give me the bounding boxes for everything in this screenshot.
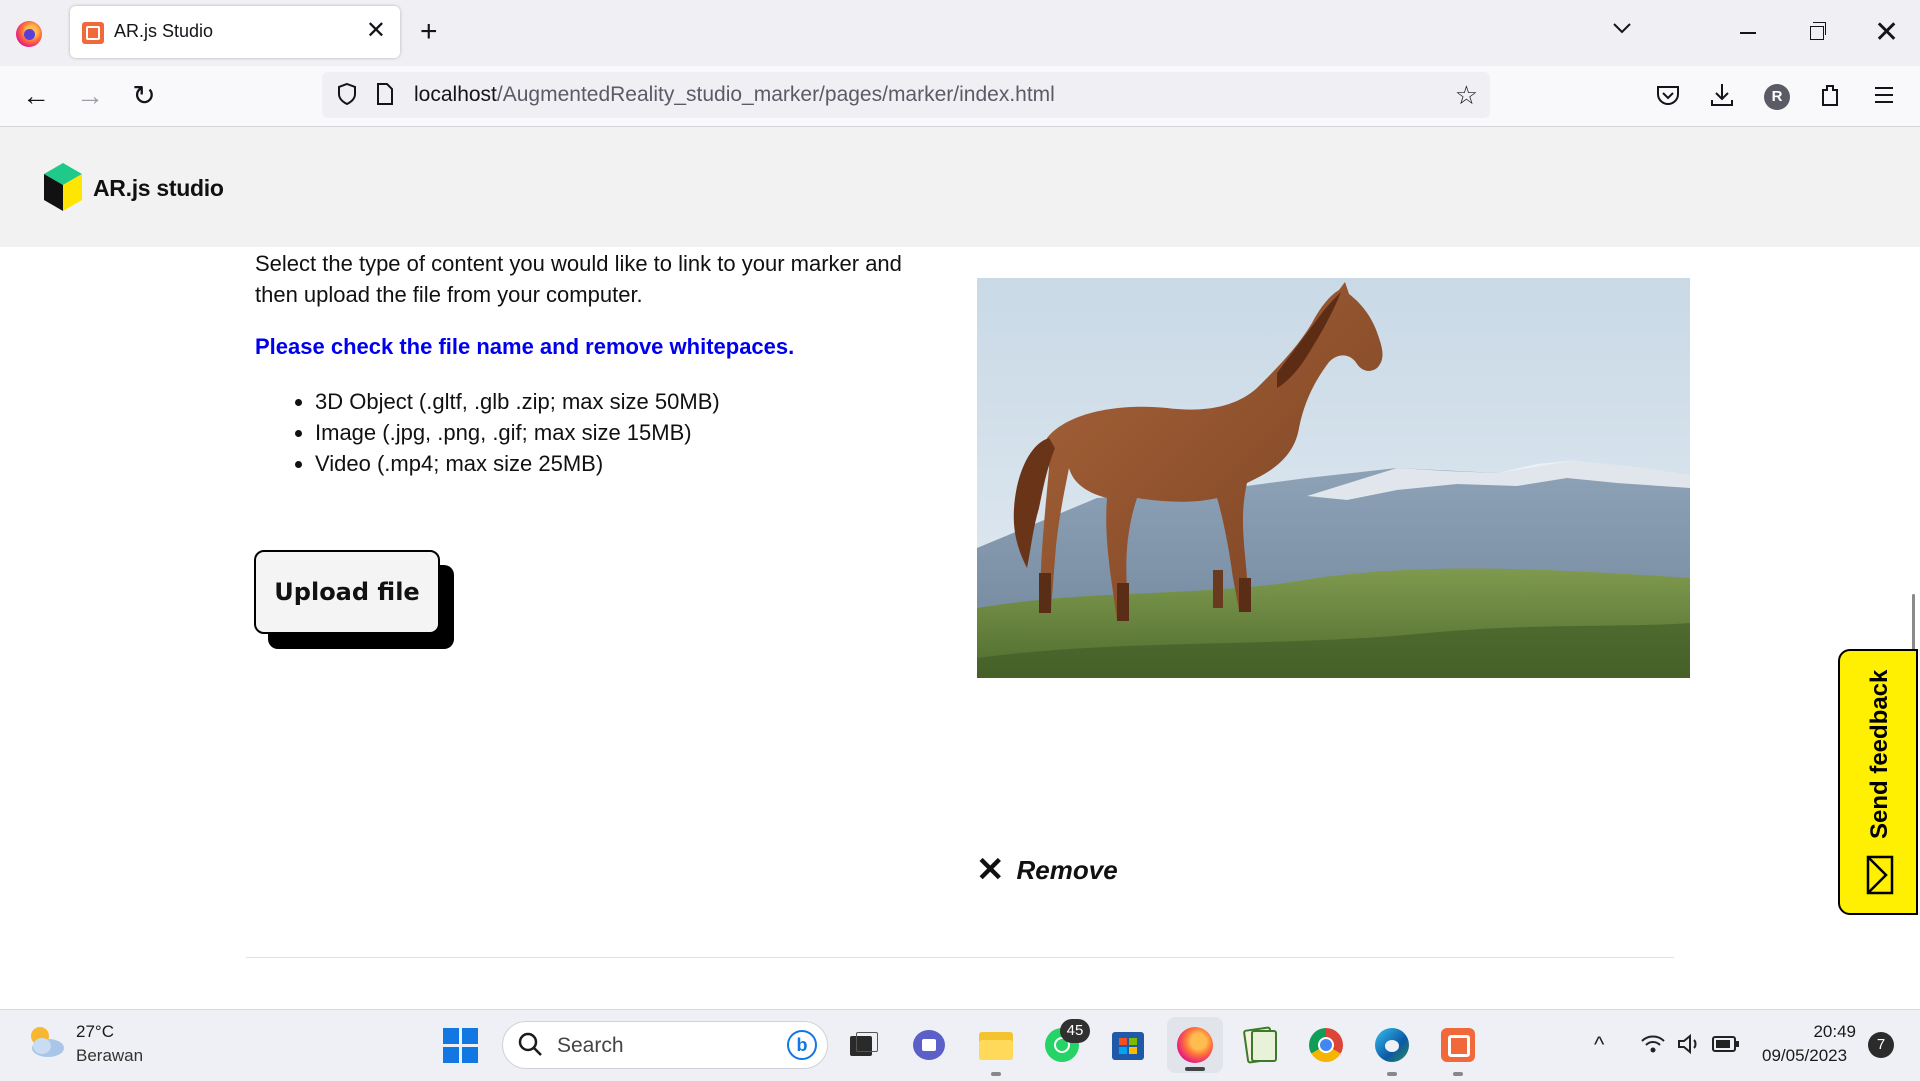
tab-title: AR.js Studio (114, 21, 214, 41)
upload-file-container: Upload file (254, 550, 454, 650)
tab-arjs-studio[interactable]: AR.js Studio ✕ (70, 6, 400, 58)
navigation-toolbar: ← → ↻ localhost/AugmentedReality_studio_… (0, 66, 1920, 127)
tab-strip: AR.js Studio ✕ + ✕ (0, 0, 1920, 66)
task-view-icon[interactable] (844, 1026, 882, 1064)
page-info-icon[interactable] (376, 83, 394, 105)
file-explorer-icon[interactable] (977, 1026, 1015, 1076)
volume-icon[interactable] (1676, 1032, 1702, 1056)
search-icon (518, 1032, 542, 1056)
bing-chat-icon[interactable]: b (787, 1030, 817, 1060)
solitaire-icon[interactable] (1241, 1026, 1279, 1064)
new-tab-button[interactable]: + (420, 14, 438, 50)
xampp-taskbar-icon[interactable] (1439, 1026, 1477, 1076)
xampp-icon (82, 22, 104, 44)
show-hidden-icons[interactable]: ^ (1594, 1032, 1604, 1058)
microsoft-store-icon[interactable] (1109, 1026, 1147, 1064)
pocket-icon[interactable] (1653, 80, 1683, 110)
uploaded-image-preview (977, 278, 1690, 678)
back-icon[interactable]: ← (18, 78, 54, 114)
extensions-icon[interactable] (1815, 80, 1845, 110)
remove-file-button[interactable]: ✕ Remove (976, 852, 1118, 888)
chrome-icon[interactable] (1307, 1026, 1345, 1064)
instructions-text: Select the type of content you would lik… (255, 251, 902, 307)
file-type-list: 3D Object (.gltf, .glb .zip; max size 50… (290, 386, 720, 479)
running-indicator (1453, 1072, 1463, 1076)
taskbar: 27°C Berawan Search b ^ 20:49 09/05/2023… (0, 1009, 1920, 1081)
downloads-icon[interactable] (1707, 80, 1737, 110)
feedback-envelope-icon (1866, 855, 1894, 895)
brand-name[interactable]: AR.js studio (93, 175, 224, 202)
list-all-tabs-icon[interactable] (1612, 18, 1632, 38)
search-placeholder: Search (557, 1034, 624, 1057)
weather-description[interactable]: Berawan (76, 1046, 143, 1066)
remove-label: Remove (1016, 854, 1118, 885)
send-feedback-label: Send feedback (1866, 669, 1893, 839)
filename-warning: Please check the file name and remove wh… (255, 334, 795, 359)
edge-icon[interactable] (1373, 1026, 1411, 1076)
clock-time[interactable]: 20:49 (1810, 1022, 1856, 1042)
list-item: 3D Object (.gltf, .glb .zip; max size 50… (315, 386, 720, 417)
forward-icon[interactable]: → (72, 78, 108, 114)
close-icon: ✕ (976, 851, 1005, 889)
teams-chat-icon[interactable] (911, 1026, 949, 1064)
upload-file-button[interactable]: Upload file (254, 550, 440, 634)
list-item: Video (.mp4; max size 25MB) (315, 448, 720, 479)
whatsapp-unread-badge: 45 (1060, 1019, 1090, 1043)
running-indicator (991, 1072, 1001, 1076)
footer-divider (246, 957, 1674, 958)
weather-temperature[interactable]: 27°C (76, 1022, 114, 1042)
menu-icon[interactable] (1869, 80, 1899, 110)
account-avatar[interactable]: R (1764, 84, 1790, 110)
url-text[interactable]: localhost/AugmentedReality_studio_marker… (414, 83, 1055, 107)
minimize-icon[interactable] (1740, 32, 1756, 34)
clock-date[interactable]: 09/05/2023 (1762, 1046, 1847, 1066)
window-close-icon[interactable]: ✕ (1874, 16, 1899, 50)
bookmark-star-icon[interactable]: ☆ (1455, 81, 1478, 109)
notification-badge[interactable]: 7 (1868, 1032, 1894, 1058)
site-header: AR.js studio (0, 127, 1920, 247)
wifi-icon[interactable] (1640, 1032, 1666, 1056)
close-tab-icon[interactable]: ✕ (366, 18, 386, 44)
reload-icon[interactable]: ↻ (126, 78, 162, 114)
firefox-icon[interactable] (16, 21, 42, 47)
send-feedback-tab[interactable]: Send feedback (1838, 649, 1918, 915)
weather-cloudy-icon[interactable] (26, 1024, 66, 1060)
arjs-logo-icon[interactable] (44, 163, 82, 211)
start-windows-icon[interactable] (443, 1028, 479, 1064)
restore-icon[interactable] (1810, 22, 1826, 40)
taskbar-search-input[interactable]: Search b (502, 1021, 828, 1069)
battery-icon[interactable] (1712, 1034, 1740, 1054)
address-bar[interactable]: localhost/AugmentedReality_studio_marker… (322, 72, 1490, 118)
running-indicator (1387, 1072, 1397, 1076)
list-item: Image (.jpg, .png, .gif; max size 15MB) (315, 417, 720, 448)
firefox-taskbar-icon[interactable] (1167, 1017, 1223, 1073)
tracking-shield-icon[interactable] (336, 82, 358, 106)
